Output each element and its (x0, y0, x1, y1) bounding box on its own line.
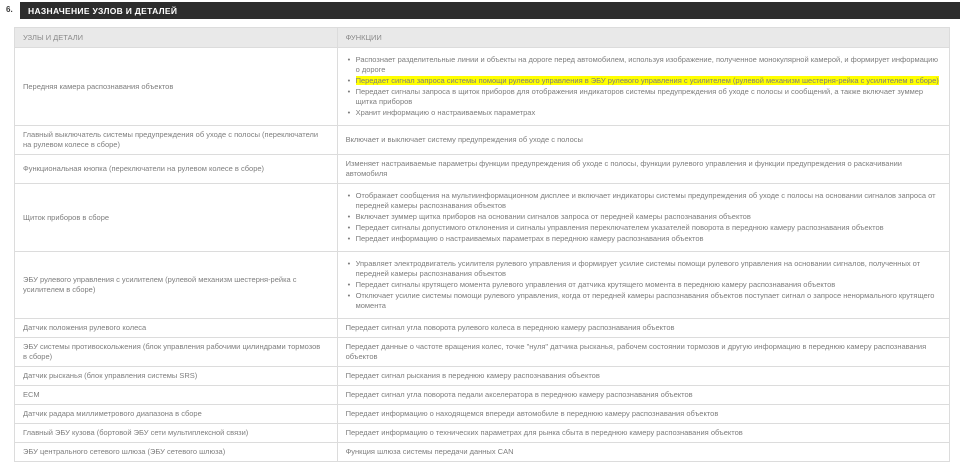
table-header-row: УЗЛЫ И ДЕТАЛИ ФУНКЦИИ (15, 28, 950, 48)
component-cell: Щиток приборов в сборе (15, 184, 338, 252)
component-cell: ECM (15, 386, 338, 405)
function-text: Изменяет настраиваемые параметры функции… (346, 159, 902, 178)
functions-cell: Функция шлюза системы передачи данных CA… (337, 443, 949, 462)
function-text: Передает сигнал угла поворота рулевого к… (346, 323, 675, 332)
function-text: Передает сигналы допустимого отклонения … (356, 223, 884, 232)
table-row: Главный ЭБУ кузова (бортовой ЭБУ сети му… (15, 424, 950, 443)
component-cell: Датчик рысканья (блок управления системы… (15, 367, 338, 386)
function-text: Функция шлюза системы передачи данных CA… (346, 447, 514, 456)
function-text: Включает и выключает систему предупрежде… (346, 135, 583, 144)
function-text: Распознает разделительные линии и объект… (356, 55, 938, 74)
functions-cell: Передает сигнал угла поворота рулевого к… (337, 319, 949, 338)
component-cell: ЭБУ центрального сетевого шлюза (ЭБУ сет… (15, 443, 338, 462)
component-cell: ЭБУ системы противоскольжения (блок упра… (15, 338, 338, 367)
table-row: ЭБУ центрального сетевого шлюза (ЭБУ сет… (15, 443, 950, 462)
table-row: Функциональная кнопка (переключатели на … (15, 155, 950, 184)
functions-cell: Отображает сообщения на мультиинформацио… (337, 184, 949, 252)
column-header-components: УЗЛЫ И ДЕТАЛИ (15, 28, 338, 48)
component-cell: Датчик положения рулевого колеса (15, 319, 338, 338)
function-text: Передает сигналы крутящего момента рулев… (356, 280, 836, 289)
function-text: Передает данные о частоте вращения колес… (346, 342, 927, 361)
functions-cell: Передает информацию о технических параме… (337, 424, 949, 443)
component-cell: Передняя камера распознавания объектов (15, 48, 338, 126)
functions-cell: Распознает разделительные линии и объект… (337, 48, 949, 126)
functions-cell: Передает сигнал рыскания в переднюю каме… (337, 367, 949, 386)
functions-cell: Передает информацию о находящемся вперед… (337, 405, 949, 424)
component-cell: Функциональная кнопка (переключатели на … (15, 155, 338, 184)
function-item: Отключает усилие системы помощи рулевого… (346, 291, 941, 311)
function-item: Хранит информацию о настраиваемых параме… (346, 108, 941, 118)
component-cell: ЭБУ рулевого управления с усилителем (ру… (15, 252, 338, 319)
component-cell: Главный выключатель системы предупрежден… (15, 126, 338, 155)
function-list: Отображает сообщения на мультиинформацио… (346, 191, 941, 244)
table-row: ЭБУ рулевого управления с усилителем (ру… (15, 252, 950, 319)
functions-cell: Включает и выключает систему предупрежде… (337, 126, 949, 155)
function-list: Управляет электродвигатель усилителя рул… (346, 259, 941, 311)
table-row: ECM Передает сигнал угла поворота педали … (15, 386, 950, 405)
function-text: Передает сигнал угла поворота педали акс… (346, 390, 693, 399)
component-cell: Главный ЭБУ кузова (бортовой ЭБУ сети му… (15, 424, 338, 443)
function-text: Включает зуммер щитка приборов на основа… (356, 212, 751, 221)
highlighted-function-text: Передает сигнал запроса системы помощи р… (356, 76, 939, 85)
function-text: Хранит информацию о настраиваемых параме… (356, 108, 536, 117)
function-item: Включает зуммер щитка приборов на основа… (346, 212, 941, 222)
components-functions-table: УЗЛЫ И ДЕТАЛИ ФУНКЦИИ Передняя камера ра… (14, 27, 950, 462)
section-header: 6. НАЗНАЧЕНИЕ УЗЛОВ И ДЕТАЛЕЙ (0, 0, 960, 19)
function-text: Отключает усилие системы помощи рулевого… (356, 291, 935, 310)
function-item: Управляет электродвигатель усилителя рул… (346, 259, 941, 279)
table-row: ЭБУ системы противоскольжения (блок упра… (15, 338, 950, 367)
function-text: Передает сигналы запроса в щиток приборо… (356, 87, 924, 106)
function-text: Передает сигнал рыскания в переднюю каме… (346, 371, 600, 380)
function-item: Распознает разделительные линии и объект… (346, 55, 941, 75)
function-item: Отображает сообщения на мультиинформацио… (346, 191, 941, 211)
functions-cell: Управляет электродвигатель усилителя рул… (337, 252, 949, 319)
functions-cell: Передает сигнал угла поворота педали акс… (337, 386, 949, 405)
function-item: Передает информацию о настраиваемых пара… (346, 234, 941, 244)
table-header: УЗЛЫ И ДЕТАЛИ ФУНКЦИИ (15, 28, 950, 48)
function-item: Передает сигнал запроса системы помощи р… (346, 76, 941, 86)
functions-cell: Изменяет настраиваемые параметры функции… (337, 155, 949, 184)
function-text: Управляет электродвигатель усилителя рул… (356, 259, 921, 278)
column-header-functions: ФУНКЦИИ (337, 28, 949, 48)
section-title-bar: НАЗНАЧЕНИЕ УЗЛОВ И ДЕТАЛЕЙ (20, 2, 960, 19)
table-body: Передняя камера распознавания объектов Ра… (15, 48, 950, 462)
table-row: Щиток приборов в сборе Отображает сообщен… (15, 184, 950, 252)
table-row: Передняя камера распознавания объектов Ра… (15, 48, 950, 126)
function-text: Отображает сообщения на мультиинформацио… (356, 191, 936, 210)
section-title: НАЗНАЧЕНИЕ УЗЛОВ И ДЕТАЛЕЙ (28, 6, 177, 16)
table-row: Датчик радара миллиметрового диапазона в… (15, 405, 950, 424)
table-row: Датчик положения рулевого колеса Передает… (15, 319, 950, 338)
function-item: Передает сигналы допустимого отклонения … (346, 223, 941, 233)
section-number: 6. (6, 5, 13, 14)
table-row: Датчик рысканья (блок управления системы… (15, 367, 950, 386)
function-text: Передает информацию о настраиваемых пара… (356, 234, 704, 243)
function-item: Передает сигналы крутящего момента рулев… (346, 280, 941, 290)
function-item: Передает сигналы запроса в щиток приборо… (346, 87, 941, 107)
functions-cell: Передает данные о частоте вращения колес… (337, 338, 949, 367)
function-text: Передает информацию о технических параме… (346, 428, 743, 437)
table-row: Главный выключатель системы предупрежден… (15, 126, 950, 155)
function-list: Распознает разделительные линии и объект… (346, 55, 941, 118)
component-cell: Датчик радара миллиметрового диапазона в… (15, 405, 338, 424)
